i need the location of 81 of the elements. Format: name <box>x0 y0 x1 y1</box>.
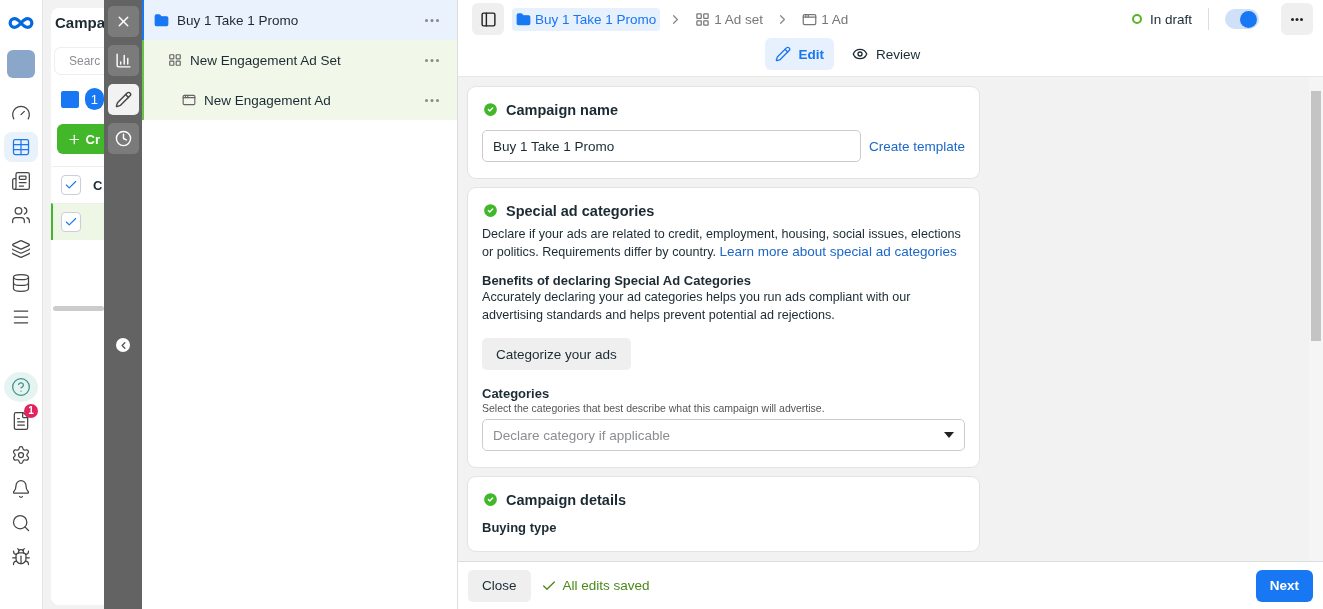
status-label: In draft <box>1149 11 1192 27</box>
grid-icon <box>168 53 182 67</box>
grid-icon <box>695 11 711 27</box>
tree-item[interactable]: New Engagement Ad Set <box>142 40 457 80</box>
check-circle-icon <box>482 202 499 219</box>
close-tool-button[interactable] <box>107 6 139 37</box>
window-icon <box>802 11 818 27</box>
history-tool-button[interactable] <box>107 123 139 154</box>
category-select[interactable]: Declare category if applicable <box>482 419 965 451</box>
window-icon <box>182 93 196 107</box>
catalog-icon <box>11 239 31 259</box>
more-icon[interactable] <box>425 58 439 62</box>
pencil-icon <box>114 91 132 108</box>
categorize-button[interactable]: Categorize your ads <box>482 338 631 370</box>
tree-item[interactable]: Buy 1 Take 1 Promo <box>142 0 457 40</box>
folder-icon <box>154 12 169 28</box>
categories-label: Categories <box>482 386 551 401</box>
scrollbar[interactable] <box>53 306 104 311</box>
pencil-icon <box>774 46 791 62</box>
campaign-name-field[interactable]: Buy 1 Take 1 Promo <box>482 130 861 162</box>
table-row[interactable] <box>51 203 104 240</box>
buying-type-label: Buying type <box>482 520 558 535</box>
benefits-title: Benefits of declaring Special Ad Categories <box>482 273 752 288</box>
notification-badge: 1 <box>24 404 38 418</box>
more-icon[interactable] <box>425 18 439 22</box>
check-circle-icon <box>482 491 499 508</box>
check-circle-icon <box>482 101 499 118</box>
toggle-switch[interactable] <box>1225 9 1259 29</box>
bug-icon <box>11 547 31 567</box>
news-icon <box>11 411 31 431</box>
saved-status: All edits saved <box>562 578 650 593</box>
benefits-text: Accurately declaring your ad categories helps you run ads compliant with our advertising standards and helps prevent potential ad rejections. <box>482 289 912 324</box>
help-nav-button[interactable] <box>4 372 38 402</box>
table-icon <box>11 137 31 157</box>
pages-icon <box>11 171 31 191</box>
checkbox[interactable] <box>61 175 81 195</box>
card-title: Campaign name <box>506 101 618 118</box>
people-icon <box>11 205 31 225</box>
bell-icon <box>11 479 31 499</box>
count-badge: 1 <box>84 88 104 110</box>
check-icon <box>64 178 78 192</box>
create-template-link[interactable]: Create template <box>868 138 965 154</box>
search-field[interactable]: Searc <box>55 48 104 74</box>
close-button[interactable]: Close <box>468 569 531 602</box>
bar-chart-icon <box>114 52 132 69</box>
eye-icon <box>852 46 869 62</box>
news-nav-button[interactable]: 1 <box>4 406 38 436</box>
check-icon <box>64 215 78 229</box>
edit-tool-button[interactable] <box>107 84 139 115</box>
next-button[interactable]: Next <box>1255 569 1313 602</box>
more-icon[interactable] <box>425 98 439 102</box>
breadcrumb-link[interactable]: 1 Ad <box>798 7 853 31</box>
checkbox[interactable] <box>61 212 81 232</box>
search-icon <box>11 513 31 533</box>
categories-hint: Select the categories that best describe what this campaign will advertise. <box>482 402 826 414</box>
collapse-button[interactable] <box>116 338 130 352</box>
description-text: Declare if your ads are related to credit, employment, housing, social issues, elections or politics. Requirements differ by country. Learn more about special ad categories <box>482 226 962 261</box>
tree-item[interactable]: New Engagement Ad <box>142 80 457 120</box>
learn-more-link[interactable]: Learn more about special ad categories <box>719 244 957 259</box>
avatar-placeholder <box>7 50 35 78</box>
more-button[interactable] <box>1281 3 1313 35</box>
card-title: Campaign details <box>506 491 627 508</box>
more-icon <box>1291 17 1303 21</box>
card-title: Special ad categories <box>506 202 655 219</box>
status-dot <box>1131 14 1142 24</box>
breadcrumb-link[interactable]: Buy 1 Take 1 Promo <box>512 7 661 31</box>
clock-icon <box>114 130 132 147</box>
sidebar-icon <box>479 10 497 28</box>
chart-tool-button[interactable] <box>107 45 139 76</box>
breadcrumb-link[interactable]: 1 Ad set <box>691 7 768 31</box>
column-header: C <box>93 177 103 193</box>
sidebar-toggle-button[interactable] <box>472 3 504 35</box>
mode-tab[interactable]: Review <box>842 38 931 70</box>
database-icon <box>11 273 31 293</box>
mode-tab[interactable]: Edit <box>764 38 835 70</box>
folder-icon <box>516 11 531 27</box>
table-nav-button[interactable] <box>4 132 38 162</box>
folder-icon <box>61 90 79 108</box>
settings-icon <box>11 445 31 465</box>
help-icon <box>11 377 31 397</box>
caret-icon <box>944 432 954 438</box>
